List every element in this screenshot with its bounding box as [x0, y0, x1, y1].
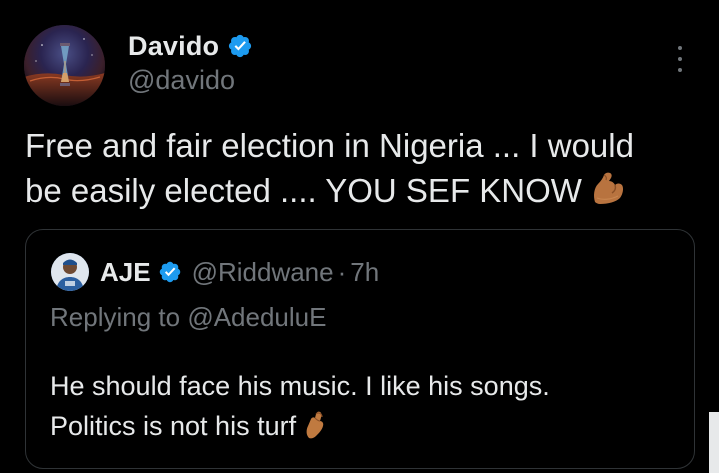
- more-dot: [678, 68, 682, 72]
- more-options-icon[interactable]: [670, 44, 690, 74]
- tweet-line-2-wrap: be easily elected .... YOU SEF KNOW: [25, 168, 705, 213]
- more-dot: [678, 46, 682, 50]
- author-display-name[interactable]: Davido: [128, 31, 219, 62]
- person-avatar-icon: [51, 253, 89, 291]
- quoted-line-2: Politics is not his turf: [50, 411, 297, 441]
- tweet-line-2: be easily elected .... YOU SEF KNOW: [25, 172, 582, 209]
- tweet-line-1: Free and fair election in Nigeria ... I …: [25, 127, 634, 164]
- author-name-row: Davido: [128, 30, 253, 62]
- hourglass-avatar-icon: [24, 25, 105, 106]
- quoted-handle[interactable]: @Riddwane: [192, 257, 334, 288]
- quoted-timestamp[interactable]: 7h: [350, 257, 379, 288]
- quoted-author-avatar[interactable]: [51, 253, 89, 291]
- pinching-hand-emoji-icon: [300, 408, 332, 440]
- reply-target-handle[interactable]: @AdeduluE: [187, 302, 326, 332]
- quoted-tweet-card[interactable]: AJE @Riddwane · 7h Replying to @AdeduluE…: [25, 229, 695, 469]
- quoted-display-name[interactable]: AJE: [100, 257, 151, 288]
- quoted-header: AJE @Riddwane · 7h: [100, 255, 379, 289]
- flexed-biceps-emoji-icon: [588, 168, 628, 208]
- tweet: Davido @davido Free and fair election in…: [0, 0, 719, 473]
- replying-to-line: Replying to @AdeduluE: [50, 302, 326, 333]
- separator-dot: ·: [337, 256, 347, 287]
- author-handle[interactable]: @davido: [128, 65, 235, 96]
- verified-badge-icon[interactable]: [227, 33, 253, 59]
- tweet-body: Free and fair election in Nigeria ... I …: [25, 124, 705, 213]
- scrollbar-thumb[interactable]: [709, 412, 719, 473]
- verified-badge-icon[interactable]: [158, 260, 182, 284]
- quoted-line-1: He should face his music. I like his son…: [50, 371, 550, 401]
- quoted-tweet-body: He should face his music. I like his son…: [50, 366, 680, 446]
- quoted-line-2-wrap: Politics is not his turf: [50, 406, 680, 446]
- author-avatar[interactable]: [24, 25, 105, 106]
- more-dot: [678, 57, 682, 61]
- replying-to-label: Replying to: [50, 302, 181, 332]
